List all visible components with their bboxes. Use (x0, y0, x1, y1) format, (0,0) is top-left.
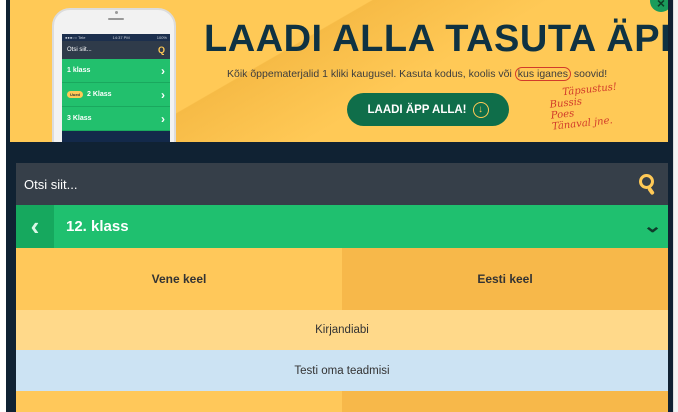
app-promo-banner[interactable]: × ●●●○○ Tele 14:37 PM 100% Otsi siit... … (10, 0, 668, 142)
banner-headline: LAADI ALLA TASUTA ÄPP! (204, 18, 668, 60)
phone-time: 14:37 PM (112, 35, 130, 40)
phone-speaker (108, 18, 124, 20)
class-bar: ‹ 12. klass ⌄ (16, 205, 668, 248)
subject-tabs: Vene keel Eesti keel (16, 248, 668, 317)
subline-suffix: soovid! (570, 68, 608, 80)
banner-subline: Kõik õppematerjalid 1 kliki kaugusel. Ka… (227, 67, 608, 81)
tab-eesti-keel-label: Eesti keel (477, 272, 533, 286)
list-item[interactable] (16, 391, 342, 412)
phone-battery: 100% (156, 35, 167, 40)
subline-circled: kus iganes (514, 67, 571, 81)
download-icon: ↓ (472, 101, 489, 118)
search-input[interactable]: Otsi siit... (24, 177, 77, 192)
phone-list-label: 2 Klass (87, 91, 112, 98)
chevron-right-icon: › (161, 87, 165, 102)
phone-search-icon: Q (157, 45, 165, 55)
chevron-down-icon[interactable]: ⌄ (643, 216, 663, 237)
phone-carrier: ●●●○○ Tele (65, 35, 86, 40)
class-title: 12. klass (66, 218, 129, 235)
tab-eesti-keel[interactable]: Eesti keel (342, 248, 668, 317)
chevron-left-icon[interactable]: ‹ (16, 205, 54, 248)
download-app-button[interactable]: LAADI ÄPP ALLA! ↓ (347, 93, 509, 126)
phone-search-bar: Otsi siit... Q (62, 41, 170, 59)
list-item[interactable] (342, 391, 668, 412)
phone-search-text: Otsi siit... (67, 47, 92, 53)
chevron-right-icon: › (161, 63, 165, 78)
phone-list-item: Uued 2 Klass › (62, 83, 170, 107)
page: × ●●●○○ Tele 14:37 PM 100% Otsi siit... … (0, 0, 678, 412)
phone-list-item: 3 Klass › (62, 107, 170, 131)
chevron-right-icon: › (161, 111, 165, 126)
scrollbar[interactable] (673, 0, 678, 412)
phone-list-label: 3 Klass (67, 115, 92, 122)
download-app-label: LAADI ÄPP ALLA! (367, 103, 467, 116)
search-bar[interactable]: Otsi siit... (16, 163, 668, 205)
subline-prefix: Kõik õppematerjalid 1 kliki kaugusel. Ka… (227, 68, 515, 80)
search-icon[interactable] (638, 173, 658, 196)
phone-new-badge: Uued (67, 91, 83, 98)
next-row (16, 391, 668, 412)
phone-camera (115, 11, 118, 14)
phone-screen: ●●●○○ Tele 14:37 PM 100% Otsi siit... Q … (62, 34, 170, 142)
section-kirjandiabi[interactable]: Kirjandiabi (16, 310, 668, 350)
tab-vene-keel[interactable]: Vene keel (16, 248, 342, 310)
section-testi-oma-teadmisi[interactable]: Testi oma teadmisi (16, 350, 668, 391)
phone-mockup: ●●●○○ Tele 14:37 PM 100% Otsi siit... Q … (52, 8, 176, 142)
phone-list-item: 1 klass › (62, 59, 170, 83)
phone-status-bar: ●●●○○ Tele 14:37 PM 100% (62, 34, 170, 41)
phone-list-label: 1 klass (67, 67, 91, 74)
